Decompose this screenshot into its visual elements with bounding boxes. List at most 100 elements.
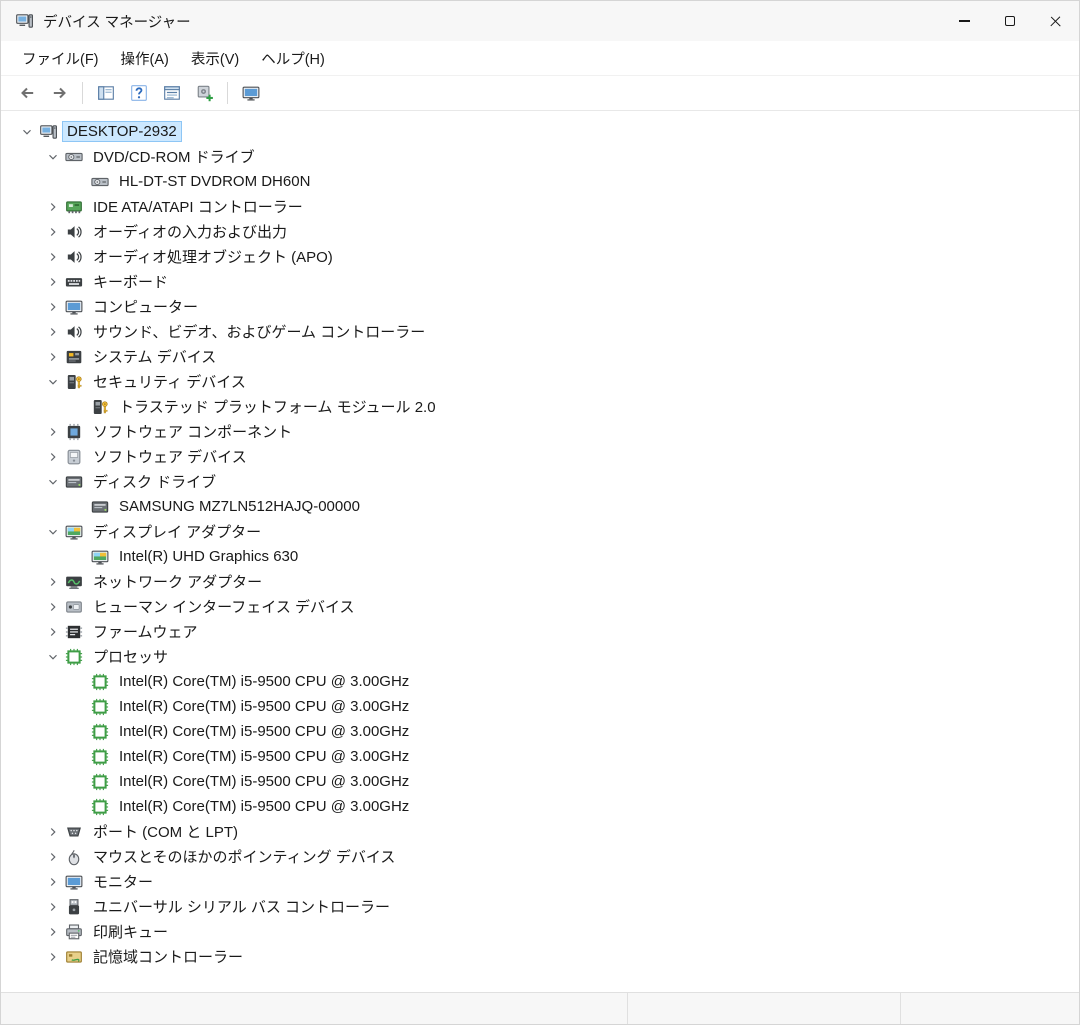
help-icon [130, 84, 148, 102]
tree-item[interactable]: ポート (COM と LPT) [1, 819, 1079, 844]
tree-item-label: モニター [93, 874, 154, 891]
tree-item[interactable]: マウスとそのほかのポインティング デバイス [1, 844, 1079, 869]
software-component-icon [65, 423, 88, 441]
tree-item[interactable]: Intel(R) UHD Graphics 630 [1, 544, 1079, 569]
toolbar-help-button[interactable] [123, 79, 154, 107]
menu-item-help[interactable]: ヘルプ(H) [250, 43, 336, 74]
chevron-collapsed-icon[interactable] [41, 923, 65, 941]
chevron-collapsed-icon[interactable] [41, 823, 65, 841]
chevron-collapsed-icon[interactable] [41, 623, 65, 641]
chevron-collapsed-icon[interactable] [41, 573, 65, 591]
chevron-expanded-icon[interactable] [41, 373, 65, 391]
toolbar-scan-hardware-changes-button[interactable] [235, 79, 266, 107]
chevron-collapsed-icon[interactable] [41, 198, 65, 216]
device-tree: DESKTOP-2932 DVD/CD-ROM ドライブ HL-DT-ST DVDR… [1, 111, 1079, 992]
tree-item[interactable]: ディスプレイ アダプター [1, 519, 1079, 544]
status-segment-left [1, 993, 628, 1024]
status-segment-middle [628, 993, 901, 1024]
chevron-collapsed-icon[interactable] [41, 873, 65, 891]
maximize-icon [1005, 16, 1015, 26]
processor-icon [91, 673, 114, 691]
tree-item[interactable]: HL-DT-ST DVDROM DH60N [1, 169, 1079, 194]
tree-item[interactable]: DESKTOP-2932 [1, 119, 1079, 144]
device-manager-app-icon [15, 12, 33, 30]
tree-item[interactable]: 印刷キュー [1, 919, 1079, 944]
arrow-left-icon [18, 84, 36, 102]
menu-item-file[interactable]: ファイル(F) [11, 43, 110, 74]
tree-item[interactable]: ネットワーク アダプター [1, 569, 1079, 594]
tree-item[interactable]: キーボード [1, 269, 1079, 294]
tree-item[interactable]: Intel(R) Core(TM) i5-9500 CPU @ 3.00GHz [1, 694, 1079, 719]
chevron-collapsed-icon[interactable] [41, 423, 65, 441]
tree-item[interactable]: システム デバイス [1, 344, 1079, 369]
tree-item[interactable]: トラステッド プラットフォーム モジュール 2.0 [1, 394, 1079, 419]
toolbar-forward-button[interactable] [44, 79, 75, 107]
chevron-expanded-icon[interactable] [41, 148, 65, 166]
minimize-button[interactable] [941, 1, 987, 41]
tree-item-label: IDE ATA/ATAPI コントローラー [93, 199, 303, 216]
tree-item[interactable]: Intel(R) Core(TM) i5-9500 CPU @ 3.00GHz [1, 744, 1079, 769]
tree-item[interactable]: ソフトウェア デバイス [1, 444, 1079, 469]
processor-icon [91, 798, 114, 816]
toolbar-update-driver-button[interactable] [189, 79, 220, 107]
chevron-collapsed-icon[interactable] [41, 248, 65, 266]
tree-item[interactable]: ディスク ドライブ [1, 469, 1079, 494]
tree-item[interactable]: Intel(R) Core(TM) i5-9500 CPU @ 3.00GHz [1, 794, 1079, 819]
tree-item-label: セキュリティ デバイス [93, 374, 246, 391]
menu-item-action[interactable]: 操作(A) [110, 43, 180, 74]
chevron-expanded-icon[interactable] [41, 473, 65, 491]
tree-item[interactable]: ソフトウェア コンポーネント [1, 419, 1079, 444]
chevron-expanded-icon[interactable] [15, 123, 39, 141]
tree-item-label: ポート (COM と LPT) [93, 824, 238, 841]
tree-item[interactable]: オーディオの入力および出力 [1, 219, 1079, 244]
menu-bar: ファイル(F) 操作(A) 表示(V) ヘルプ(H) [1, 41, 1079, 76]
chevron-collapsed-icon[interactable] [41, 848, 65, 866]
tree-item[interactable]: オーディオ処理オブジェクト (APO) [1, 244, 1079, 269]
tree-item-label: ソフトウェア デバイス [93, 449, 247, 466]
monitor-icon [65, 873, 88, 891]
chevron-expanded-icon[interactable] [41, 523, 65, 541]
processor-icon [91, 723, 114, 741]
toolbar-properties-button[interactable] [156, 79, 187, 107]
close-button[interactable] [1033, 1, 1079, 41]
chevron-expanded-icon[interactable] [41, 648, 65, 666]
chevron-collapsed-icon[interactable] [41, 898, 65, 916]
tree-item[interactable]: SAMSUNG MZ7LN512HAJQ-00000 [1, 494, 1079, 519]
tree-item[interactable]: ヒューマン インターフェイス デバイス [1, 594, 1079, 619]
tree-item-label: Intel(R) UHD Graphics 630 [119, 548, 299, 565]
tree-item[interactable]: DVD/CD-ROM ドライブ [1, 144, 1079, 169]
window-title: デバイス マネージャー [43, 14, 191, 31]
chevron-collapsed-icon[interactable] [41, 273, 65, 291]
tree-item[interactable]: ファームウェア [1, 619, 1079, 644]
toolbar-back-button[interactable] [11, 79, 42, 107]
cd-drive-icon [65, 148, 88, 166]
tree-item[interactable]: Intel(R) Core(TM) i5-9500 CPU @ 3.00GHz [1, 769, 1079, 794]
tree-item[interactable]: Intel(R) Core(TM) i5-9500 CPU @ 3.00GHz [1, 719, 1079, 744]
chevron-collapsed-icon[interactable] [41, 448, 65, 466]
tree-item[interactable]: コンピューター [1, 294, 1079, 319]
tree-item-label: ソフトウェア コンポーネント [93, 424, 293, 441]
tree-item[interactable]: Intel(R) Core(TM) i5-9500 CPU @ 3.00GHz [1, 669, 1079, 694]
firmware-icon [65, 623, 88, 641]
tree-item[interactable]: セキュリティ デバイス [1, 369, 1079, 394]
hid-icon [65, 598, 88, 616]
chevron-collapsed-icon[interactable] [41, 598, 65, 616]
chevron-collapsed-icon[interactable] [41, 298, 65, 316]
tree-item[interactable]: プロセッサ [1, 644, 1079, 669]
tree-item[interactable]: サウンド、ビデオ、およびゲーム コントローラー [1, 319, 1079, 344]
tree-item[interactable]: 記憶域コントローラー [1, 944, 1079, 969]
storage-controller-icon [65, 948, 88, 966]
menu-item-view[interactable]: 表示(V) [180, 43, 250, 74]
chevron-collapsed-icon[interactable] [41, 948, 65, 966]
chevron-collapsed-icon[interactable] [41, 323, 65, 341]
tree-item[interactable]: ユニバーサル シリアル バス コントローラー [1, 894, 1079, 919]
tree-item[interactable]: モニター [1, 869, 1079, 894]
maximize-button[interactable] [987, 1, 1033, 41]
tree-item[interactable]: IDE ATA/ATAPI コントローラー [1, 194, 1079, 219]
chevron-collapsed-icon[interactable] [41, 348, 65, 366]
toolbar-show-hide-console-tree-button[interactable] [90, 79, 121, 107]
chevron-collapsed-icon[interactable] [41, 223, 65, 241]
